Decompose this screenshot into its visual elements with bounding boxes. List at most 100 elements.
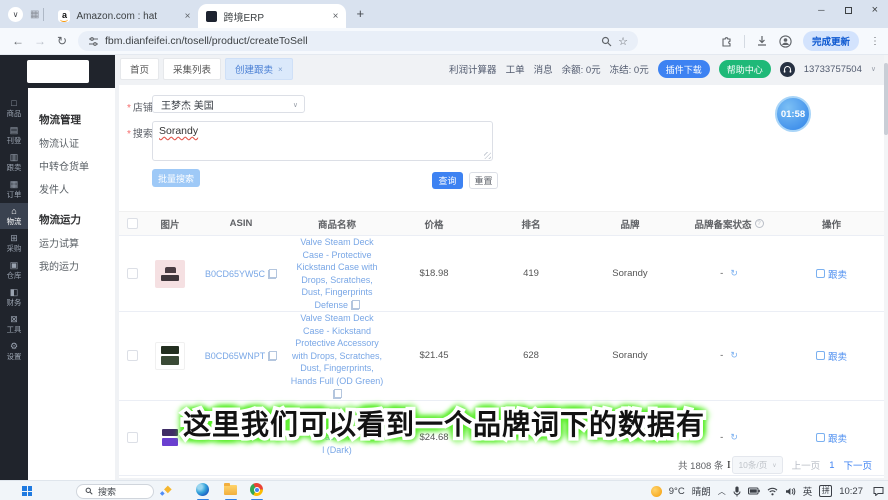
asin-link[interactable]: B0CD65YW5C [205,269,265,279]
nav-item-settings[interactable]: ⚙ 设置 [0,338,28,364]
next-page-button[interactable]: 下一页 [843,458,872,472]
copy-icon[interactable] [268,350,278,361]
product-image[interactable] [155,259,185,288]
product-image[interactable] [155,423,185,452]
maximize-button[interactable] [844,6,852,14]
product-name-link[interactable]: Valve Steam Deck Case - Protective Kicks… [287,236,387,311]
plugin-download-button[interactable]: 插件下载 [657,60,710,78]
submenu-item-logistics-auth[interactable]: 物流认证 [39,135,115,150]
browser-tab-amazon[interactable]: a Amazon.com : hat × [50,4,198,28]
help-center-button[interactable]: 帮助中心 [718,60,771,78]
close-icon[interactable]: × [278,65,283,74]
scrollbar-thumb[interactable] [884,63,888,135]
weather-desc[interactable]: 晴朗 [692,484,711,498]
speaker-icon[interactable] [785,487,796,496]
product-name-link[interactable]: Valve Steam Deck Case - Ki l (Dark) [287,419,387,457]
close-tab-icon[interactable]: × [333,11,339,22]
edge-taskbar-icon[interactable] [196,483,210,497]
nav-item-listing[interactable]: ▤ 刊登 [0,122,28,148]
follow-sell-action[interactable]: 跟卖 [779,349,884,363]
site-info-icon[interactable] [88,36,99,47]
browser-menu-icon[interactable]: ⋮ [870,36,880,47]
query-button[interactable]: 查询 [432,172,463,189]
extensions-puzzle-icon[interactable] [721,35,733,47]
close-tab-icon[interactable]: × [185,11,191,22]
tab-collection-list[interactable]: 采集列表 [163,58,222,80]
tab-home[interactable]: 首页 [120,58,160,80]
row-checkbox[interactable] [126,350,138,362]
weather-temp[interactable]: 9°C [669,486,685,497]
refresh-icon[interactable]: ↻ [730,350,738,361]
taskbar-search[interactable]: 搜索 [76,483,154,499]
row-checkbox[interactable] [126,268,138,279]
info-icon[interactable]: ? [754,219,764,228]
chrome-taskbar-icon[interactable] [250,483,264,497]
battery-icon[interactable] [747,487,760,495]
notification-icon[interactable] [873,486,884,496]
copy-icon[interactable] [332,388,342,399]
tab-search-button[interactable]: ∨ [8,7,23,22]
nav-item-purchase[interactable]: ⊞ 采购 [0,230,28,256]
submenu-item-my-capacity[interactable]: 我的运力 [39,258,115,273]
close-window-button[interactable]: × [872,4,878,16]
page-size-select[interactable]: 10条/页 ∨ [732,456,783,474]
submenu-item-transit-warehouse[interactable]: 中转仓货单 [39,158,115,173]
submenu-item-capacity-calc[interactable]: 运力试算 [39,235,115,250]
profile-icon[interactable] [779,34,792,48]
product-image[interactable] [155,341,185,370]
copy-icon[interactable] [350,300,360,311]
forward-icon[interactable]: → [30,34,50,48]
resize-handle[interactable] [484,152,491,159]
customer-service-avatar[interactable] [779,61,795,77]
nav-item-goods[interactable]: □ 商品 [0,95,28,121]
minimize-button[interactable]: ─ [818,5,824,15]
ime-language-indicator[interactable]: 英 [803,484,813,498]
follow-sell-action[interactable]: 跟卖 [779,267,884,281]
ime-mode-icon[interactable]: 拼 [819,485,833,497]
page-scrollbar[interactable] [884,55,888,480]
refresh-icon[interactable]: ↻ [730,432,738,443]
nav-item-warehouse[interactable]: ▣ 仓库 [0,257,28,283]
nav-item-finance[interactable]: ◧ 财务 [0,284,28,310]
messages-link[interactable]: 消息 [534,62,553,76]
update-button[interactable]: 完成更新 [802,31,859,51]
refresh-icon[interactable]: ↻ [730,268,738,279]
weather-sun-icon[interactable] [650,485,662,497]
hidden-icons-chevron[interactable]: ︿ [718,486,726,497]
copy-icon[interactable] [268,268,278,279]
row-checkbox[interactable] [126,432,138,443]
batch-search-button[interactable]: 批量搜索 [152,169,200,187]
account-phone[interactable]: 13733757504 [804,64,862,75]
nav-item-orders[interactable]: ▦ 订单 [0,176,28,202]
back-icon[interactable]: ← [8,34,28,48]
microphone-icon[interactable] [733,486,741,497]
asin-link[interactable]: B0CD65WNPT [205,351,266,361]
bookmark-star-icon[interactable]: ☆ [618,35,628,48]
new-tab-button[interactable]: + [356,6,364,21]
address-bar[interactable]: fbm.dianfeifei.cn/tosell/product/createT… [78,31,638,51]
browser-tab-erp[interactable]: 跨境ERP × [198,4,347,28]
start-button[interactable] [22,486,32,496]
work-order-link[interactable]: 工单 [506,62,525,76]
tab-create-follow-sell[interactable]: 创建跟卖 × [225,58,293,80]
nav-item-tools[interactable]: ⊠ 工具 [0,311,28,337]
nav-item-logistics[interactable]: ⌂ 物流 [0,203,28,229]
wifi-icon[interactable] [767,487,778,496]
sparkle-icon[interactable]: ◆ ◆ [160,484,178,498]
nav-item-follow-sell[interactable]: ▥ 跟卖 [0,149,28,175]
download-icon[interactable] [756,35,768,47]
select-all-checkbox[interactable] [126,218,138,229]
chevron-down-icon[interactable]: ∨ [871,65,876,73]
reload-icon[interactable]: ↻ [52,34,72,48]
profit-calculator-link[interactable]: 利润计算器 [449,62,497,76]
submenu-item-sender[interactable]: 发件人 [39,181,115,196]
pinned-extension-icon[interactable]: ▦ [30,9,39,20]
file-explorer-icon[interactable] [224,483,238,497]
search-icon[interactable] [601,36,612,47]
reset-button[interactable]: 重置 [469,172,498,189]
search-input[interactable]: Sorandy [152,121,493,161]
shop-select[interactable]: 王梦杰 美国 ∨ [152,95,305,113]
current-page[interactable]: 1 [829,460,834,471]
product-name-link[interactable]: Valve Steam Deck Case - Kickstand Protec… [287,312,387,400]
follow-sell-action[interactable]: 跟卖 [779,431,884,445]
